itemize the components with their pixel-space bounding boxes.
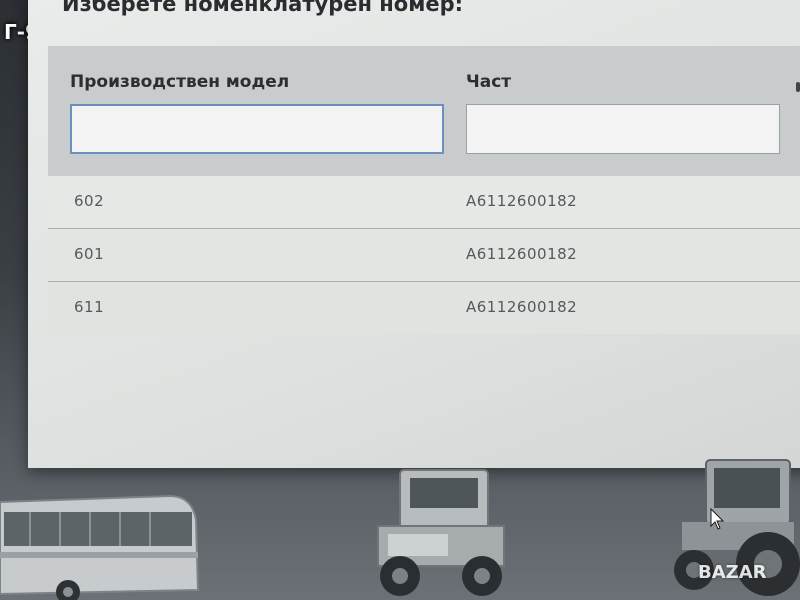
model-cell: 601 bbox=[74, 245, 105, 263]
unimog-truck-icon bbox=[377, 469, 505, 596]
table-row[interactable]: 601 A6112600182 bbox=[48, 229, 800, 282]
model-cell: 602 bbox=[74, 192, 105, 210]
dialog-title: Изберете номенклатурен номер: bbox=[62, 0, 464, 16]
column-edge-marker bbox=[796, 82, 800, 92]
part-cell: A6112600182 bbox=[466, 298, 578, 316]
part-filter-input[interactable] bbox=[466, 104, 780, 154]
column-header-part[interactable]: Част bbox=[466, 72, 511, 92]
watermark-logo-bottom: BAZAR bbox=[698, 562, 767, 583]
part-cell: A6112600182 bbox=[466, 192, 578, 210]
parts-table: Производствен модел Част 602 A6112600182… bbox=[48, 46, 800, 381]
model-filter-input[interactable] bbox=[70, 104, 444, 154]
model-cell: 611 bbox=[74, 298, 105, 316]
table-row[interactable]: 602 A6112600182 bbox=[48, 176, 800, 229]
vehicle-backdrop bbox=[0, 440, 800, 600]
bus-icon bbox=[0, 494, 200, 600]
table-body: 602 A6112600182 601 A6112600182 611 A611… bbox=[48, 176, 800, 334]
table-row[interactable]: 611 A6112600182 bbox=[48, 282, 800, 334]
column-header-model[interactable]: Производствен модел bbox=[70, 72, 289, 92]
part-cell: A6112600182 bbox=[466, 245, 578, 263]
table-header: Производствен модел Част bbox=[48, 46, 800, 177]
mouse-cursor-icon bbox=[710, 508, 724, 530]
